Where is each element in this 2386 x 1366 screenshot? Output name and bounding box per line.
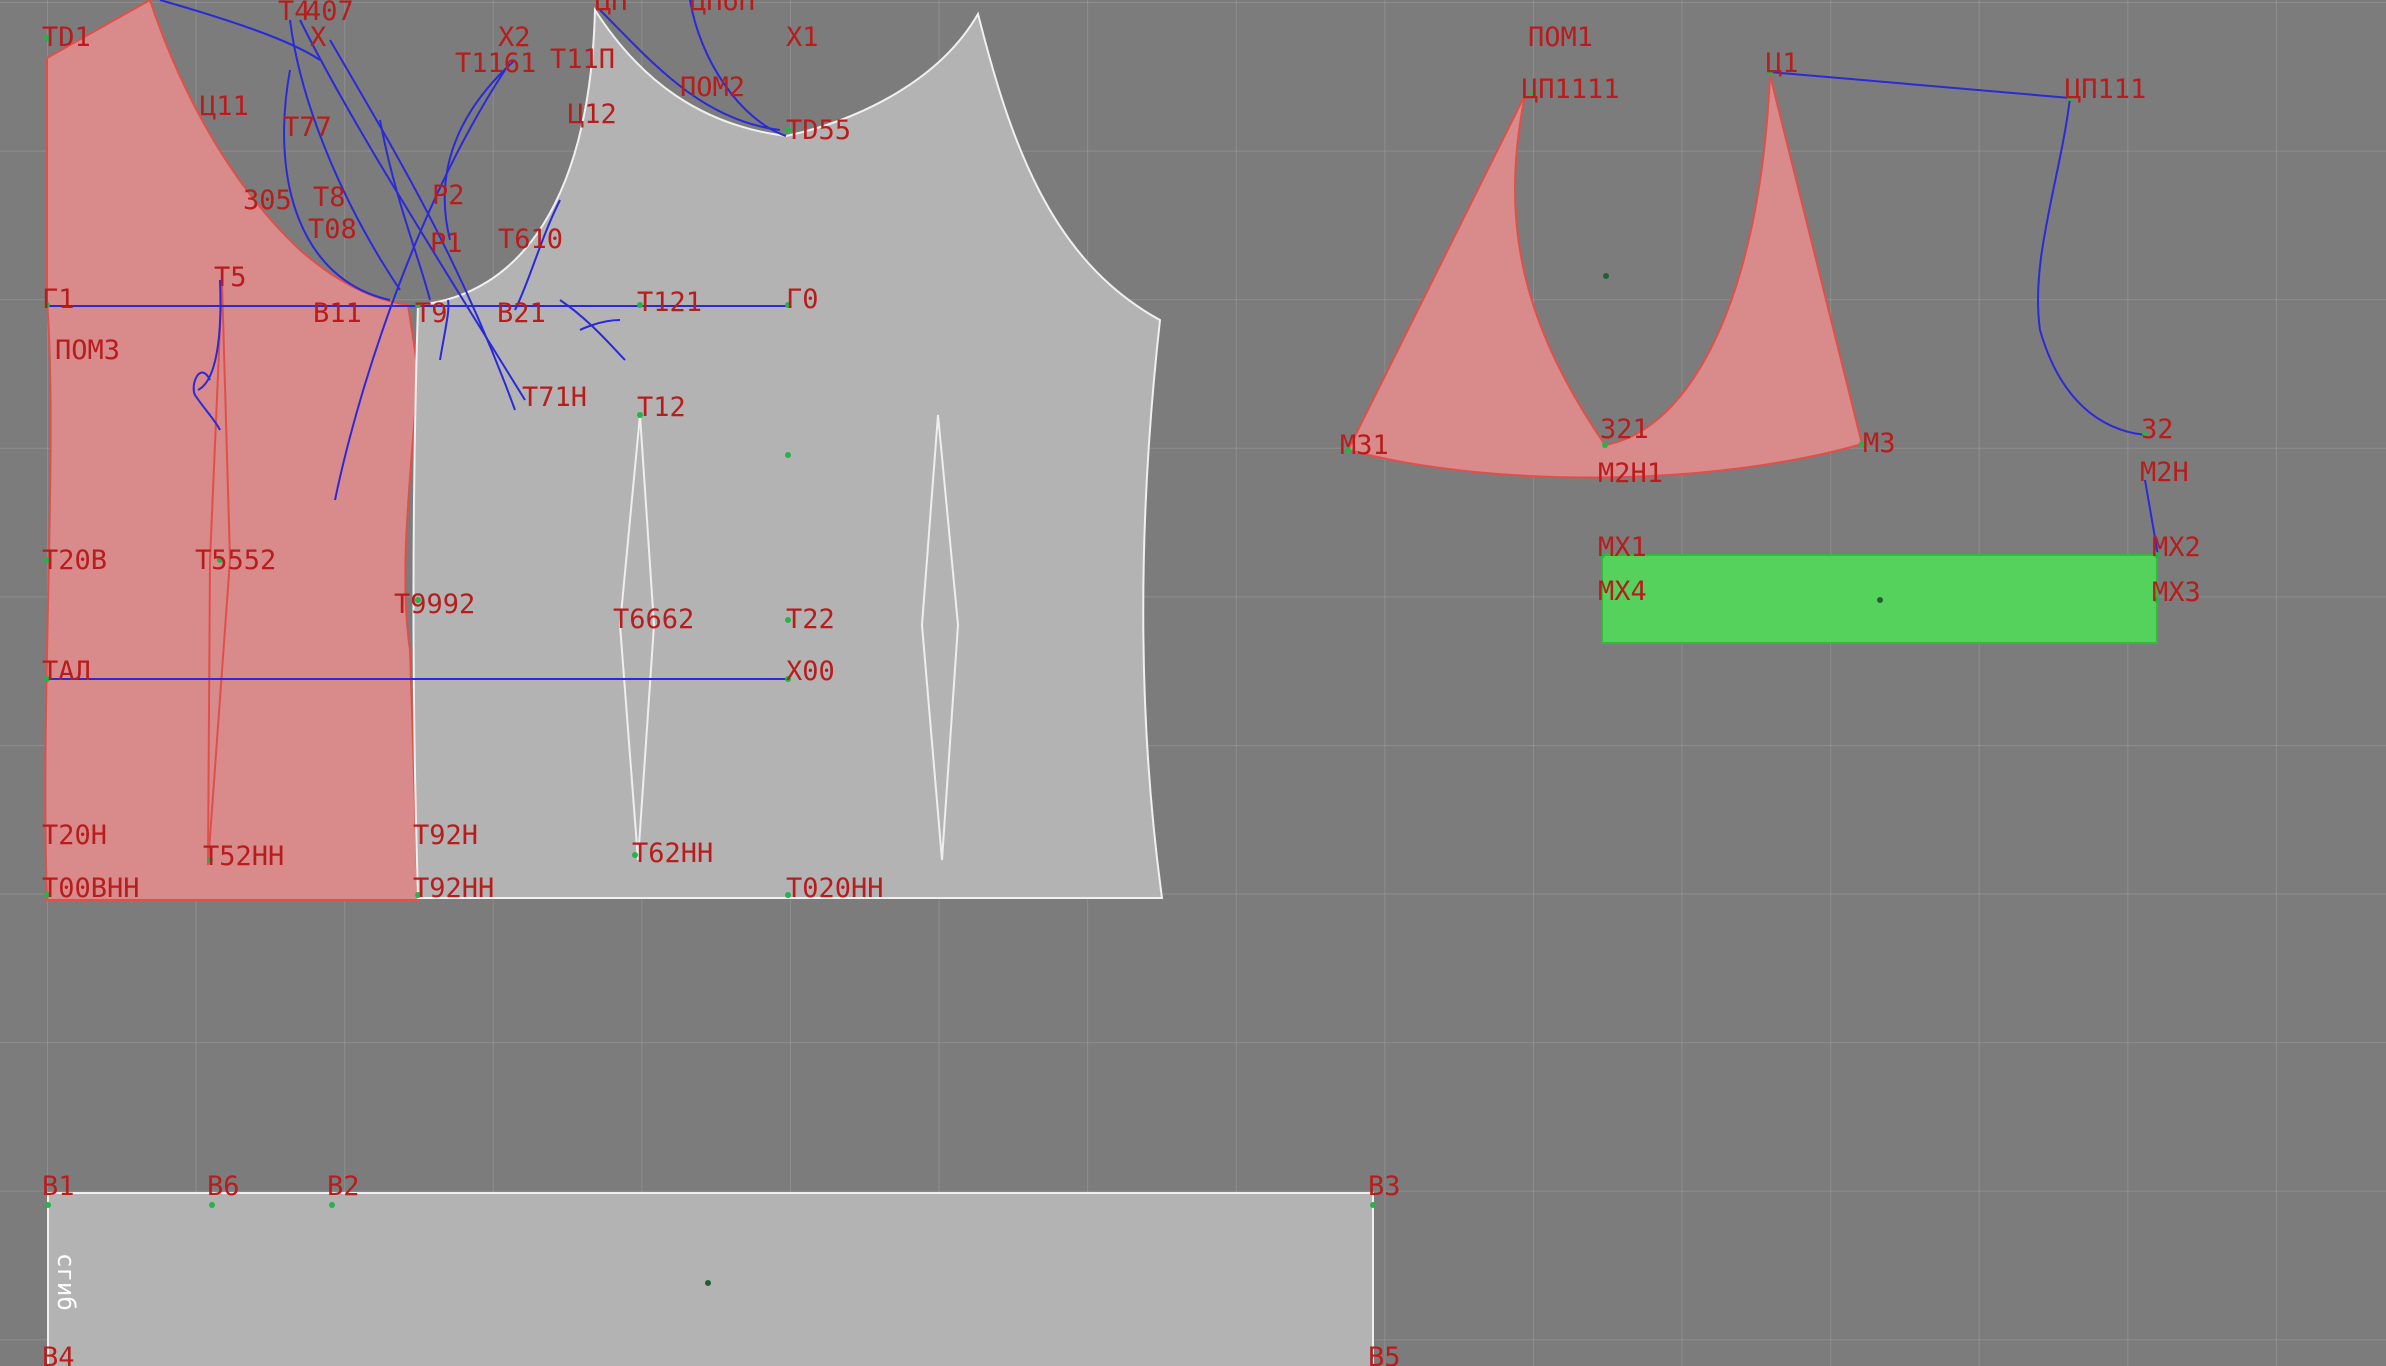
point-label: Т9992 [394,589,475,620]
point-label: Т9 [415,298,448,329]
point-label: Т92Н [413,820,478,851]
point-label: Т77 [283,112,332,143]
point-label: МХ1 [1598,532,1647,563]
point-label: В21 [497,298,546,329]
point-label: Т52НН [203,841,284,872]
point-label: В6 [207,1171,240,1202]
point-label: Т00ВНН [42,873,140,904]
point-label: В1 [42,1171,75,1202]
point-label: Т610 [498,224,563,255]
point-label: Х [310,22,326,53]
point-label: 32 [2141,414,2174,445]
point-label: Р2 [432,180,465,211]
point-label: В3 [1368,1171,1401,1202]
point-label: ПОМ3 [55,335,120,366]
point-label: Т1161 [455,48,536,79]
point-label: ПОМ2 [680,72,745,103]
point-label: В4 [42,1342,75,1366]
point-label: Ц12 [568,99,617,130]
point-label: Т8 [313,182,346,213]
point-label: Т12 [637,392,686,423]
point-label: Т5 [214,262,247,293]
point-label: М2Н1 [1598,458,1663,489]
point-label: Г1 [42,284,75,315]
point-label: Т08 [308,214,357,245]
point-label: 321 [1600,414,1649,445]
point-label: Р1 [430,228,463,259]
point-label: Т22 [786,604,835,635]
point-label: М3 [1863,428,1896,459]
point-label: Ц11 [200,91,249,122]
point-label: ТD55 [786,115,851,146]
point-label: ЦП [595,0,628,17]
point-label: Т20В [42,545,107,576]
point-label: Г0 [786,284,819,315]
point-label: Т62НН [632,838,713,869]
point-label: Ц1 [1766,48,1799,79]
fold-line-label: сгиб [52,1253,80,1311]
point-label: Х00 [786,656,835,687]
drawing-canvas[interactable]: ТD1 Т4 407 Х Х2 ЦП ЦПбП Х1 Ц11 Т77 Т1161… [0,0,2386,1366]
point-label: В5 [1368,1342,1401,1366]
point-label: В2 [327,1171,360,1202]
point-label: ТD1 [42,22,91,53]
point-label: Х1 [786,22,819,53]
point-label: Т20Н [42,820,107,851]
point-label: ЦП111 [2065,74,2146,105]
point-label: 305 [243,185,292,216]
point-label: В11 [313,298,362,329]
point-label: М2Н [2140,457,2189,488]
point-label: М31 [1340,430,1389,461]
point-label: ПОМ1 [1528,22,1593,53]
point-label: Т71Н [522,382,587,413]
point-label: Т92НН [413,873,494,904]
point-label: Т6662 [613,604,694,635]
waistband-pattern-piece[interactable] [47,1192,1374,1366]
point-label: ЦП1111 [1522,74,1620,105]
point-label: МХ3 [2152,577,2201,608]
point-label: МХ4 [1598,576,1647,607]
point-label: ТАЛ [42,656,91,687]
point-label: МХ2 [2152,532,2201,563]
point-label: ЦПбП [690,0,755,17]
point-label: Т5552 [195,545,276,576]
point-label: Т11П [550,44,615,75]
point-label: Т121 [637,287,702,318]
pattern-workspace[interactable]: ТD1 Т4 407 Х Х2 ЦП ЦПбП Х1 Ц11 Т77 Т1161… [0,0,2386,1366]
point-label: Т020НН [786,873,884,904]
